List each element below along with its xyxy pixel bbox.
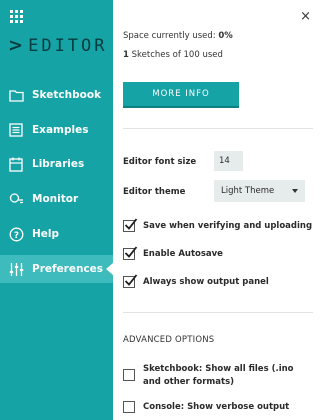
theme-value: Light Theme	[221, 186, 275, 196]
check-save-on-verify[interactable]: Save when verifying and uploading	[123, 218, 313, 232]
sidebar: > EDITOR Sketchbook Examples Libraries M…	[0, 0, 113, 420]
chevron-down-icon	[292, 189, 298, 193]
space-value: 0%	[218, 31, 233, 41]
sliders-icon	[8, 261, 24, 277]
apps-grid-icon[interactable]	[10, 10, 23, 23]
checkbox[interactable]	[123, 401, 135, 413]
check-output-panel[interactable]: Always show output panel	[123, 274, 269, 288]
sidebar-item-examples[interactable]: Examples	[0, 116, 113, 144]
sidebar-item-label: Examples	[32, 124, 89, 136]
checkbox[interactable]	[123, 274, 138, 288]
brand-chevron: >	[8, 35, 24, 56]
monitor-icon	[8, 191, 24, 207]
check-autosave[interactable]: Enable Autosave	[123, 246, 223, 260]
brand-title: EDITOR	[28, 35, 108, 56]
divider	[123, 312, 313, 313]
checkbox-label: Console: Show verbose output	[143, 402, 290, 412]
more-info-button[interactable]: MORE INFO	[123, 82, 239, 106]
checkbox[interactable]	[123, 246, 138, 260]
theme-label: Editor theme	[123, 187, 186, 197]
sidebar-item-monitor[interactable]: Monitor	[0, 185, 113, 213]
checkmark-icon	[124, 274, 138, 286]
active-indicator	[106, 263, 113, 275]
advanced-options-title: ADVANCED OPTIONS	[123, 335, 215, 345]
divider	[123, 128, 313, 129]
list-icon	[8, 122, 24, 138]
theme-select[interactable]: Light Theme	[214, 180, 305, 202]
library-icon	[8, 156, 24, 172]
sidebar-item-sketchbook[interactable]: Sketchbook	[0, 81, 113, 109]
checkbox-label: Sketchbook: Show all files (.ino and oth…	[143, 364, 294, 387]
check-verbose-output[interactable]: Console: Show verbose output	[123, 401, 289, 413]
font-size-label: Editor font size	[123, 157, 197, 167]
sidebar-item-preferences[interactable]: Preferences	[0, 255, 113, 283]
preferences-panel: × Space currently used: 0% 1 Sketches of…	[113, 0, 323, 420]
space-label: Space currently used:	[123, 31, 216, 41]
help-icon: ?	[8, 226, 24, 242]
brand-logo: > EDITOR	[8, 36, 108, 56]
sketch-usage: 1 Sketches of 100 used	[123, 50, 223, 60]
folder-icon	[8, 87, 24, 103]
checkbox-label: Save when verifying and uploading	[143, 221, 313, 231]
check-show-all-files[interactable]: Sketchbook: Show all files (.ino and oth…	[123, 364, 303, 389]
font-size-input[interactable]	[214, 151, 243, 171]
checkbox[interactable]	[123, 218, 138, 232]
checkbox[interactable]	[123, 369, 135, 381]
sidebar-item-libraries[interactable]: Libraries	[0, 150, 113, 178]
checkmark-icon	[124, 246, 138, 258]
svg-text:?: ?	[13, 231, 18, 241]
sidebar-item-label: Help	[32, 228, 60, 240]
sketch-count: 1	[123, 50, 129, 60]
space-usage: Space currently used: 0%	[123, 31, 233, 41]
sidebar-item-label: Preferences	[32, 263, 104, 275]
sketch-usage-text: Sketches of 100 used	[131, 50, 223, 60]
checkbox-label: Always show output panel	[143, 277, 269, 287]
close-icon[interactable]: ×	[300, 10, 311, 23]
sidebar-item-label: Libraries	[32, 158, 85, 170]
sidebar-item-help[interactable]: ? Help	[0, 220, 113, 248]
checkbox-label: Enable Autosave	[143, 249, 223, 259]
sidebar-item-label: Monitor	[32, 193, 79, 205]
sidebar-item-label: Sketchbook	[32, 89, 102, 101]
checkmark-icon	[124, 218, 138, 230]
